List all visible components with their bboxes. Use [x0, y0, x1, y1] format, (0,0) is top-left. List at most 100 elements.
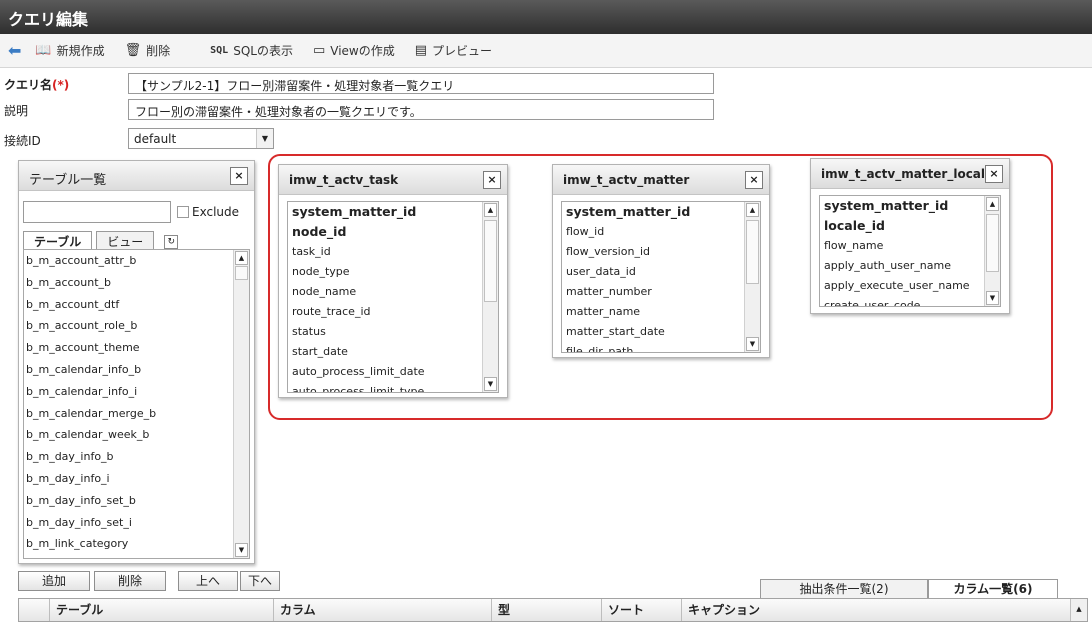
delete-row-button[interactable]: 削除 [94, 571, 166, 591]
add-button[interactable]: 追加 [18, 571, 90, 591]
list-item[interactable]: b_m_calendar_week_b [24, 424, 249, 446]
table-card-task[interactable]: imw_t_actv_task × system_matter_id node_… [278, 164, 508, 398]
table-list-scrollbar[interactable]: ▲ ▼ [233, 250, 249, 558]
tab-columns[interactable]: カラム一覧(6) [928, 579, 1058, 599]
scroll-down-icon[interactable]: ▼ [484, 377, 497, 391]
scroll-thumb[interactable] [235, 266, 248, 280]
field-item[interactable]: start_date [288, 342, 498, 362]
field-scrollbar[interactable]: ▲ ▼ [744, 202, 760, 352]
key-field[interactable]: locale_id [820, 216, 1000, 236]
list-item[interactable]: b_m_calendar_info_b [24, 359, 249, 381]
list-item[interactable]: b_m_day_info_set_i [24, 512, 249, 534]
description-input[interactable]: フロー別の滞留案件・処理対象者の一覧クエリです。 [128, 99, 714, 120]
scroll-up-icon[interactable]: ▲ [986, 197, 999, 211]
close-icon[interactable]: × [745, 171, 763, 189]
field-scrollbar[interactable]: ▲ ▼ [984, 196, 1000, 306]
scroll-thumb[interactable] [746, 220, 759, 284]
checkbox-icon[interactable] [177, 206, 189, 218]
close-icon[interactable]: × [483, 171, 501, 189]
field-item[interactable]: matter_name [562, 302, 760, 322]
scroll-up-icon[interactable]: ▲ [484, 203, 497, 217]
scroll-down-icon[interactable]: ▼ [235, 543, 248, 557]
list-item[interactable]: b_m_calendar_merge_b [24, 403, 249, 425]
create-view-label: Viewの作成 [330, 44, 395, 58]
field-item[interactable]: node_name [288, 282, 498, 302]
field-item[interactable]: file_dir_path [562, 342, 760, 352]
list-item[interactable]: b_m_day_info_i [24, 468, 249, 490]
chevron-down-icon[interactable]: ▼ [256, 129, 273, 148]
field-item[interactable]: matter_number [562, 282, 760, 302]
field-scrollbar[interactable]: ▲ ▼ [482, 202, 498, 392]
show-sql-label: SQLの表示 [233, 44, 293, 58]
preview-button[interactable]: ▤ プレビュー [415, 42, 492, 59]
table-card-title[interactable]: imw_t_actv_task × [279, 165, 507, 195]
table-list: b_m_account_attr_b b_m_account_b b_m_acc… [23, 249, 250, 559]
tab-conditions[interactable]: 抽出条件一覧(2) [760, 579, 928, 599]
list-item[interactable]: b_m_account_b [24, 272, 249, 294]
scroll-thumb[interactable] [986, 214, 999, 272]
field-item[interactable]: auto_process_limit_type [288, 382, 498, 392]
table-card-title[interactable]: imw_t_actv_matter_locale × [811, 159, 1009, 189]
scroll-down-icon[interactable]: ▼ [746, 337, 759, 351]
move-up-button[interactable]: 上へ [178, 571, 238, 591]
key-field[interactable]: system_matter_id [820, 196, 1000, 216]
scroll-up-icon[interactable]: ▲ [1070, 599, 1087, 621]
column-grid-header: テーブル カラム 型 ソート キャプション ▲ [18, 598, 1088, 622]
close-icon[interactable]: × [230, 167, 248, 185]
back-arrow-icon[interactable]: ⬅ [8, 41, 21, 60]
scroll-thumb[interactable] [484, 220, 497, 302]
list-item[interactable]: b_m_calendar_info_i [24, 381, 249, 403]
scroll-up-icon[interactable]: ▲ [235, 251, 248, 265]
exclude-checkbox[interactable]: Exclude [177, 205, 239, 219]
exclude-label: Exclude [192, 205, 240, 219]
list-item[interactable]: b_m_account_attr_b [24, 250, 249, 272]
table-card-matter-locale[interactable]: imw_t_actv_matter_locale × system_matter… [810, 158, 1010, 314]
field-item[interactable]: create_user_code [820, 296, 1000, 306]
create-view-button[interactable]: ▭ Viewの作成 [313, 42, 395, 59]
grid-header-column[interactable]: カラム [273, 599, 491, 621]
close-icon[interactable]: × [985, 165, 1003, 183]
field-item[interactable]: auto_process_limit_date [288, 362, 498, 382]
key-field[interactable]: node_id [288, 222, 498, 242]
connection-select[interactable]: default ▼ [128, 128, 274, 149]
field-item[interactable]: node_type [288, 262, 498, 282]
table-search-input[interactable] [23, 201, 171, 223]
list-item[interactable]: b_m_account_role_b [24, 315, 249, 337]
table-name: imw_t_actv_matter [563, 173, 690, 187]
list-item[interactable]: b_m_link_category [24, 533, 249, 555]
field-item[interactable]: matter_start_date [562, 322, 760, 342]
field-item[interactable]: flow_version_id [562, 242, 760, 262]
delete-button[interactable]: 🗑 削除 [125, 42, 171, 59]
grid-header-type[interactable]: 型 [491, 599, 601, 621]
scroll-up-icon[interactable]: ▲ [746, 203, 759, 217]
field-item[interactable]: flow_name [820, 236, 1000, 256]
field-item[interactable]: apply_execute_user_name [820, 276, 1000, 296]
show-sql-button[interactable]: SQL SQLの表示 [210, 42, 293, 59]
key-field[interactable]: system_matter_id [562, 202, 760, 222]
new-button[interactable]: 📖 新規作成 [35, 42, 104, 59]
list-item[interactable]: b_m_day_info_set_b [24, 490, 249, 512]
field-item[interactable]: route_trace_id [288, 302, 498, 322]
table-card-title[interactable]: imw_t_actv_matter × [553, 165, 769, 195]
key-field[interactable]: system_matter_id [288, 202, 498, 222]
trash-icon: 🗑 [124, 43, 142, 58]
field-item[interactable]: flow_id [562, 222, 760, 242]
list-item[interactable]: b_m_account_theme [24, 337, 249, 359]
query-name-input[interactable]: 【サンプル2-1】フロー別滞留案件・処理対象者一覧クエリ [128, 73, 714, 94]
tab-tables[interactable]: テーブル [23, 231, 93, 249]
grid-header-caption[interactable]: キャプション [681, 599, 1071, 621]
table-card-matter[interactable]: imw_t_actv_matter × system_matter_id flo… [552, 164, 770, 358]
refresh-icon[interactable]: ↻ [164, 235, 179, 249]
tab-views[interactable]: ビュー [96, 231, 155, 249]
list-item[interactable]: b_m_account_dtf [24, 294, 249, 316]
field-item[interactable]: apply_auth_user_name [820, 256, 1000, 276]
grid-header-sort[interactable]: ソート [601, 599, 681, 621]
field-item[interactable]: task_id [288, 242, 498, 262]
field-item[interactable]: status [288, 322, 498, 342]
scroll-down-icon[interactable]: ▼ [986, 291, 999, 305]
move-down-button[interactable]: 下へ [240, 571, 280, 591]
list-item[interactable]: b_m_day_info_b [24, 446, 249, 468]
field-item[interactable]: user_data_id [562, 262, 760, 282]
required-mark: (*) [52, 78, 70, 92]
grid-header-table[interactable]: テーブル [49, 599, 273, 621]
